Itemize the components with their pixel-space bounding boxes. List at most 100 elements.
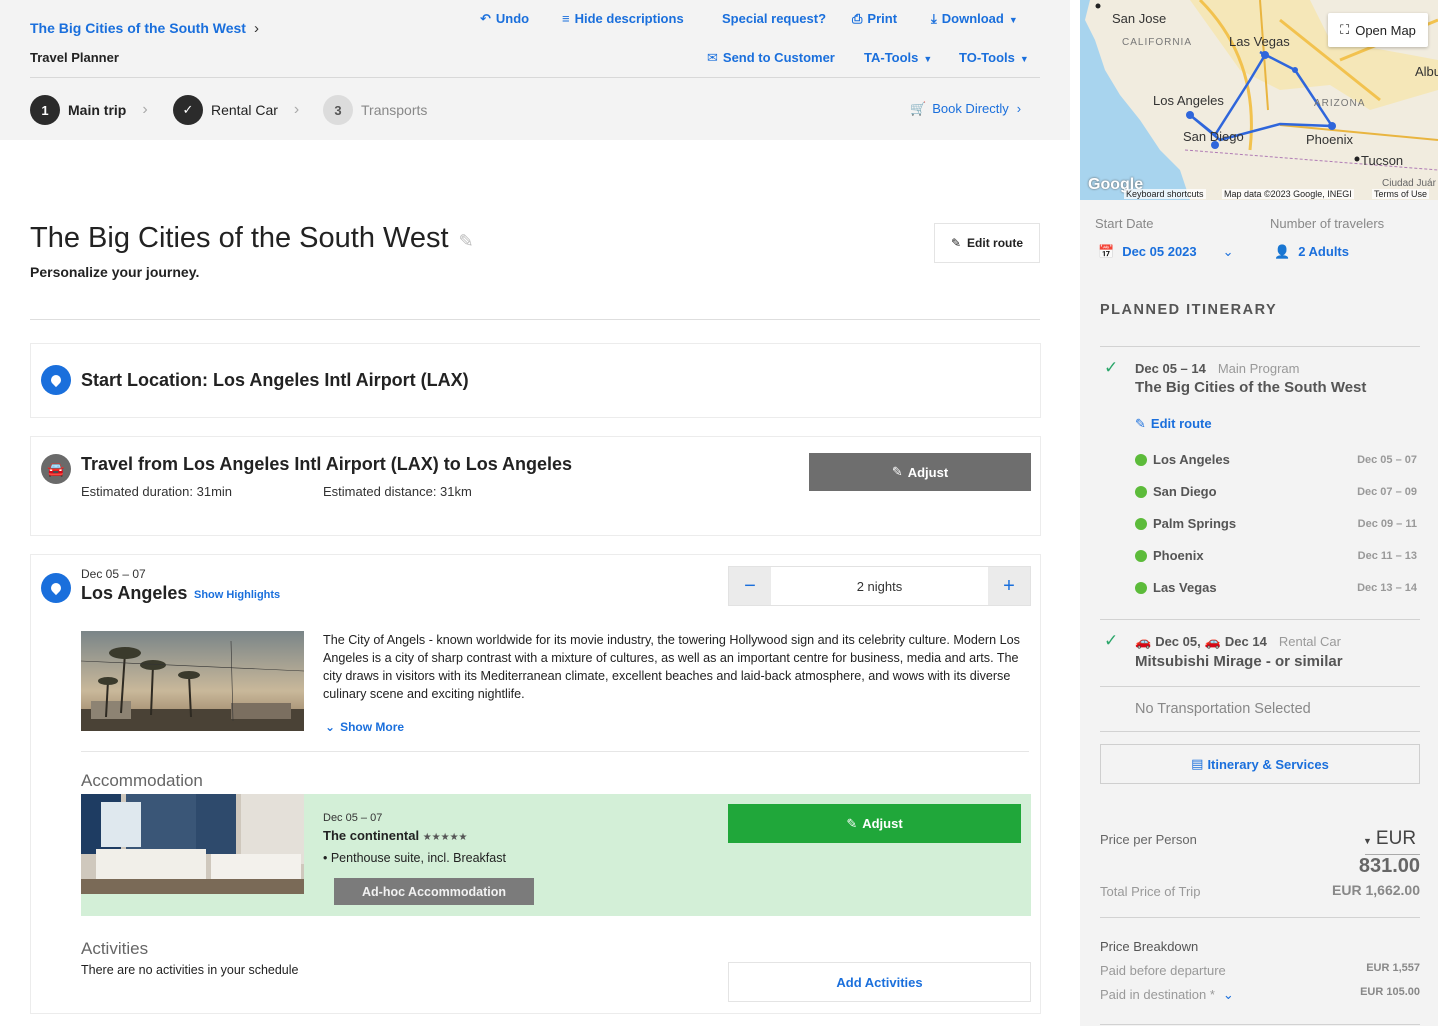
location-pin-icon xyxy=(41,365,71,395)
paid-before-value: EUR 1,557 xyxy=(1366,962,1420,974)
map-label: ARIZONA xyxy=(1314,98,1366,109)
itinerary-services-label: Itinerary & Services xyxy=(1207,756,1329,772)
adjust-accommodation-button[interactable]: ✎ Adjust xyxy=(728,804,1021,843)
travelers-value: 2 Adults xyxy=(1298,244,1349,259)
sidebar-edit-route-link[interactable]: ✎ Edit route xyxy=(1135,416,1212,432)
room-type: • Penthouse suite, incl. Breakfast xyxy=(323,851,506,865)
itinerary-services-button[interactable]: ▤ Itinerary & Services xyxy=(1100,744,1420,784)
map-label: CALIFORNIA xyxy=(1122,37,1193,48)
download-label: Download xyxy=(941,11,1004,26)
chevron-down-icon: ⌄ xyxy=(1222,987,1234,1002)
pencil-icon: ✎ xyxy=(950,236,962,250)
plus-button[interactable]: + xyxy=(988,567,1030,605)
stop-dates: Dec 11 – 13 xyxy=(1357,549,1417,562)
list-icon: ≡ xyxy=(562,11,570,26)
show-more-link[interactable]: ⌄ Show More xyxy=(325,720,404,734)
check-circle-icon xyxy=(1135,549,1147,562)
nights-stepper: − 2 nights + xyxy=(728,566,1031,606)
divider xyxy=(1100,731,1420,732)
start-date-picker[interactable]: 📅 Dec 05 2023 ⌄ xyxy=(1098,244,1234,260)
total-price: EUR 1,662.00 xyxy=(1332,882,1420,898)
add-activities-button[interactable]: Add Activities xyxy=(728,962,1031,1002)
divider xyxy=(30,77,1040,78)
stop-city: Palm Springs xyxy=(1153,516,1237,531)
person-icon: 👤 xyxy=(1274,244,1291,259)
to-tools-dropdown[interactable]: TO-Tools ▼ xyxy=(959,50,1029,65)
keyboard-shortcuts-link[interactable]: Keyboard shortcuts xyxy=(1124,189,1206,199)
book-directly-button[interactable]: 🛒 Book Directly › xyxy=(910,101,1070,117)
stop-city: Las Vegas xyxy=(1153,580,1217,595)
fullscreen-icon: ⛶ xyxy=(1340,22,1350,37)
special-request-label: Special request? xyxy=(722,11,827,26)
undo-button[interactable]: ↶ Undo xyxy=(480,11,529,27)
edit-route-label: Edit route xyxy=(967,236,1024,250)
stop-dates: Dec 07 – 09 xyxy=(1357,485,1417,498)
divider xyxy=(1100,1024,1420,1025)
chevron-right-icon: › xyxy=(142,101,148,118)
app-subtitle: Travel Planner xyxy=(30,50,119,65)
hide-descriptions-button[interactable]: ≡ Hide descriptions xyxy=(562,11,684,26)
ta-tools-label: TA-Tools xyxy=(864,50,919,65)
itinerary-stop[interactable]: San Diego Dec 07 – 09 xyxy=(1135,484,1417,499)
location-pin-icon xyxy=(41,573,71,603)
itinerary-stop[interactable]: Phoenix Dec 11 – 13 xyxy=(1135,548,1417,563)
step-transports[interactable]: 3 Transports xyxy=(323,95,427,125)
send-to-customer-button[interactable]: ✉ Send to Customer xyxy=(707,50,835,66)
undo-icon: ↶ xyxy=(480,11,491,26)
download-button[interactable]: ⤓ Download ▼ xyxy=(931,11,1018,27)
show-highlights-link[interactable]: Show Highlights xyxy=(194,589,280,601)
step-rental-car[interactable]: ✓ Rental Car › xyxy=(173,95,299,125)
edit-route-button[interactable]: ✎ Edit route xyxy=(934,223,1040,263)
price-per-person: 831.00 xyxy=(1358,855,1420,877)
travel-duration: Estimated duration: 31min xyxy=(81,484,233,499)
travel-card: 🚘 Travel from Los Angeles Intl Airport (… xyxy=(30,436,1041,536)
divider xyxy=(30,319,1040,320)
travel-title: Travel from Los Angeles Intl Airport (LA… xyxy=(81,454,573,474)
route-map[interactable]: San Jose CALIFORNIA Las Vegas Albu Los A… xyxy=(1080,0,1438,200)
open-map-label: Open Map xyxy=(1355,22,1416,38)
terms-link[interactable]: Terms of Use xyxy=(1372,189,1430,199)
breadcrumb[interactable]: The Big Cities of the South West › xyxy=(30,20,259,37)
accommodation-heading: Accommodation xyxy=(81,771,203,790)
pencil-icon: ✎ xyxy=(846,815,858,831)
special-request-button[interactable]: Special request? xyxy=(722,11,826,26)
currency-dropdown[interactable]: ▼ EUR xyxy=(1363,828,1416,850)
currency-value: EUR xyxy=(1375,828,1417,849)
planned-itinerary-heading: PLANNED ITINERARY xyxy=(1100,302,1278,318)
caret-down-icon: ▼ xyxy=(1019,54,1029,64)
itinerary-stop[interactable]: Las Vegas Dec 13 – 14 xyxy=(1135,580,1417,595)
itinerary-stop[interactable]: Los Angeles Dec 05 – 07 xyxy=(1135,452,1417,467)
undo-label: Undo xyxy=(495,11,530,26)
map-label: Phoenix xyxy=(1306,132,1353,147)
start-location-card: Start Location: Los Angeles Intl Airport… xyxy=(30,343,1041,418)
stop-city: Los Angeles xyxy=(1153,452,1230,467)
pencil-icon: ✎ xyxy=(1135,416,1146,431)
pencil-icon[interactable]: ✎ xyxy=(459,231,474,251)
start-date-label: Start Date xyxy=(1095,216,1154,231)
adhoc-accommodation-button[interactable]: Ad-hoc Accommodation xyxy=(334,878,534,905)
chevron-right-icon: › xyxy=(253,20,259,37)
breadcrumb-label[interactable]: The Big Cities of the South West xyxy=(30,20,246,36)
map-footer: Keyboard shortcuts Map data ©2023 Google… xyxy=(1080,188,1438,200)
open-map-button[interactable]: ⛶ Open Map xyxy=(1328,13,1428,47)
caret-down-icon: ▼ xyxy=(923,54,933,64)
divider xyxy=(1100,619,1420,620)
travelers-selector[interactable]: 👤 2 Adults xyxy=(1274,244,1349,260)
rental-tag: Rental Car xyxy=(1278,634,1341,649)
step-main-trip[interactable]: 1 Main trip › xyxy=(30,95,148,125)
stop-dates: Dec 13 – 14 xyxy=(1357,581,1417,594)
activities-heading: Activities xyxy=(81,939,149,958)
download-icon: ⤓ xyxy=(931,11,937,26)
total-price-label: Total Price of Trip xyxy=(1100,884,1201,899)
ta-tools-dropdown[interactable]: TA-Tools ▼ xyxy=(864,50,932,65)
print-button[interactable]: ⎙ Print xyxy=(852,11,897,27)
paid-destination-toggle[interactable]: Paid in destination * ⌄ xyxy=(1100,987,1234,1003)
start-date-value: Dec 05 2023 xyxy=(1122,244,1197,259)
minus-button[interactable]: − xyxy=(729,567,771,605)
adjust-travel-button[interactable]: ✎ Adjust xyxy=(809,453,1031,491)
price-breakdown-label: Price Breakdown xyxy=(1100,939,1199,954)
accommodation-panel: Dec 05 – 07 The continental ★★★★★ • Pent… xyxy=(81,794,1031,916)
itinerary-stop[interactable]: Palm Springs Dec 09 – 11 xyxy=(1135,516,1417,531)
car-icon: 🚗 xyxy=(1135,634,1152,649)
document-icon: ▤ xyxy=(1191,756,1204,771)
